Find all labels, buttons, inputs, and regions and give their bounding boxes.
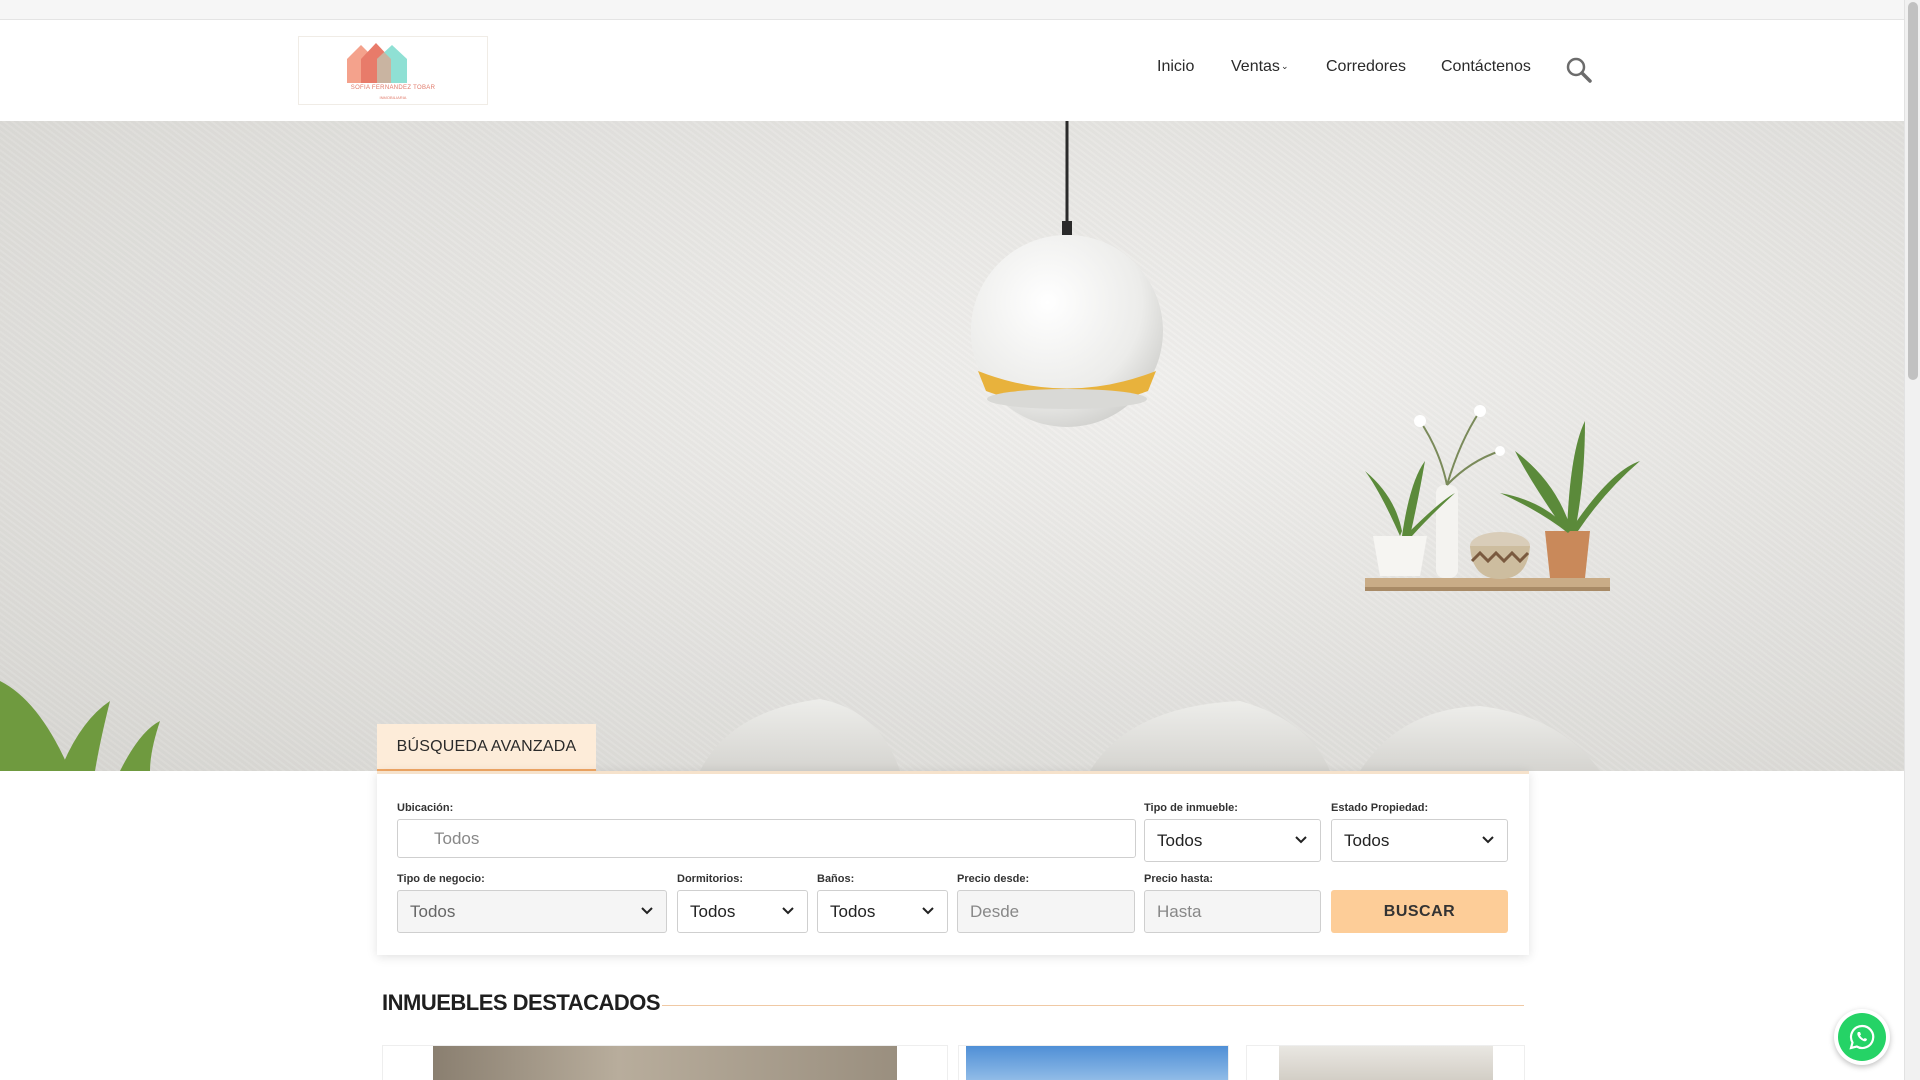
featured-section-title: INMUEBLES DESTACADOS — [382, 990, 661, 1015]
tipo-negocio-value: Todos — [410, 901, 456, 921]
top-strip — [0, 0, 1904, 20]
dormitorios-value: Todos — [690, 901, 736, 921]
precio-desde-placeholder: Desde — [970, 901, 1020, 921]
whatsapp-icon — [1849, 1024, 1875, 1050]
dormitorios-label: Dormitorios: — [677, 873, 743, 885]
chevron-down-icon — [641, 907, 653, 915]
ubicacion-input[interactable]: Todos — [397, 819, 1136, 858]
estado-label: Estado Propiedad: — [1331, 802, 1429, 814]
property-card[interactable] — [382, 1045, 948, 1080]
property-card[interactable] — [958, 1045, 1229, 1080]
buscar-button[interactable]: BUSCAR — [1331, 890, 1508, 933]
precio-hasta-placeholder: Hasta — [1157, 901, 1202, 921]
vertical-scrollbar[interactable] — [1904, 0, 1920, 1080]
tipo-inmueble-value: Todos — [1157, 830, 1203, 850]
nav-item-ventas[interactable]: Ventas⌄ — [1231, 58, 1288, 76]
precio-desde-input[interactable]: Desde — [957, 890, 1135, 933]
hero-illustration — [0, 121, 1640, 771]
property-image — [966, 1046, 1228, 1080]
ubicacion-label: Ubicación: — [397, 802, 454, 814]
chevron-down-icon — [782, 907, 794, 915]
precio-hasta-label: Precio hasta: — [1144, 873, 1214, 885]
whatsapp-button[interactable] — [1834, 1009, 1890, 1065]
section-divider — [662, 1005, 1524, 1006]
estado-value: Todos — [1344, 830, 1390, 850]
chevron-down-icon — [1295, 836, 1307, 844]
whatsapp-icon-bg — [1838, 1013, 1886, 1061]
chevron-down-icon — [922, 907, 934, 915]
tipo-inmueble-label: Tipo de inmueble: — [1144, 802, 1238, 814]
site-header: SOFIA FERNANDEZ TOBAR INMOBILIARIA Inici… — [0, 20, 1904, 121]
tipo-negocio-select[interactable]: Todos — [397, 890, 667, 933]
dormitorios-select[interactable]: Todos — [677, 890, 808, 933]
hero-banner — [0, 121, 1904, 771]
chevron-down-icon: ⌄ — [1280, 61, 1289, 71]
search-button[interactable] — [1565, 56, 1593, 84]
search-icon — [1566, 57, 1592, 83]
nav-item-inicio[interactable]: Inicio — [1157, 58, 1194, 76]
precio-hasta-input[interactable]: Hasta — [1144, 890, 1321, 933]
ubicacion-placeholder: Todos — [434, 828, 480, 848]
estado-select[interactable]: Todos — [1331, 819, 1508, 862]
property-image — [433, 1046, 897, 1080]
logo-subtitle: INMOBILIARIA — [379, 95, 407, 100]
nav-item-contactenos[interactable]: Contáctenos — [1441, 58, 1531, 76]
banos-label: Baños: — [817, 873, 855, 885]
banos-value: Todos — [830, 901, 876, 921]
scrollbar-thumb[interactable] — [1908, 2, 1918, 380]
main-nav: Inicio Ventas⌄ Corredores Contáctenos — [0, 58, 1904, 82]
advanced-search-panel: Ubicación: Todos Tipo de inmueble: Todos… — [377, 771, 1529, 955]
property-image — [1279, 1046, 1493, 1080]
advanced-search-tab[interactable]: BÚSQUEDA AVANZADA — [377, 724, 596, 771]
precio-desde-label: Precio desde: — [957, 873, 1030, 885]
property-card[interactable] — [1246, 1045, 1525, 1080]
tipo-inmueble-select[interactable]: Todos — [1144, 819, 1321, 862]
chevron-down-icon — [1482, 836, 1494, 844]
nav-item-ventas-label: Ventas — [1231, 58, 1280, 75]
banos-select[interactable]: Todos — [817, 890, 948, 933]
nav-item-corredores[interactable]: Corredores — [1326, 58, 1406, 76]
logo-name: SOFIA FERNANDEZ TOBAR — [350, 85, 436, 91]
tipo-negocio-label: Tipo de negocio: — [397, 873, 485, 885]
